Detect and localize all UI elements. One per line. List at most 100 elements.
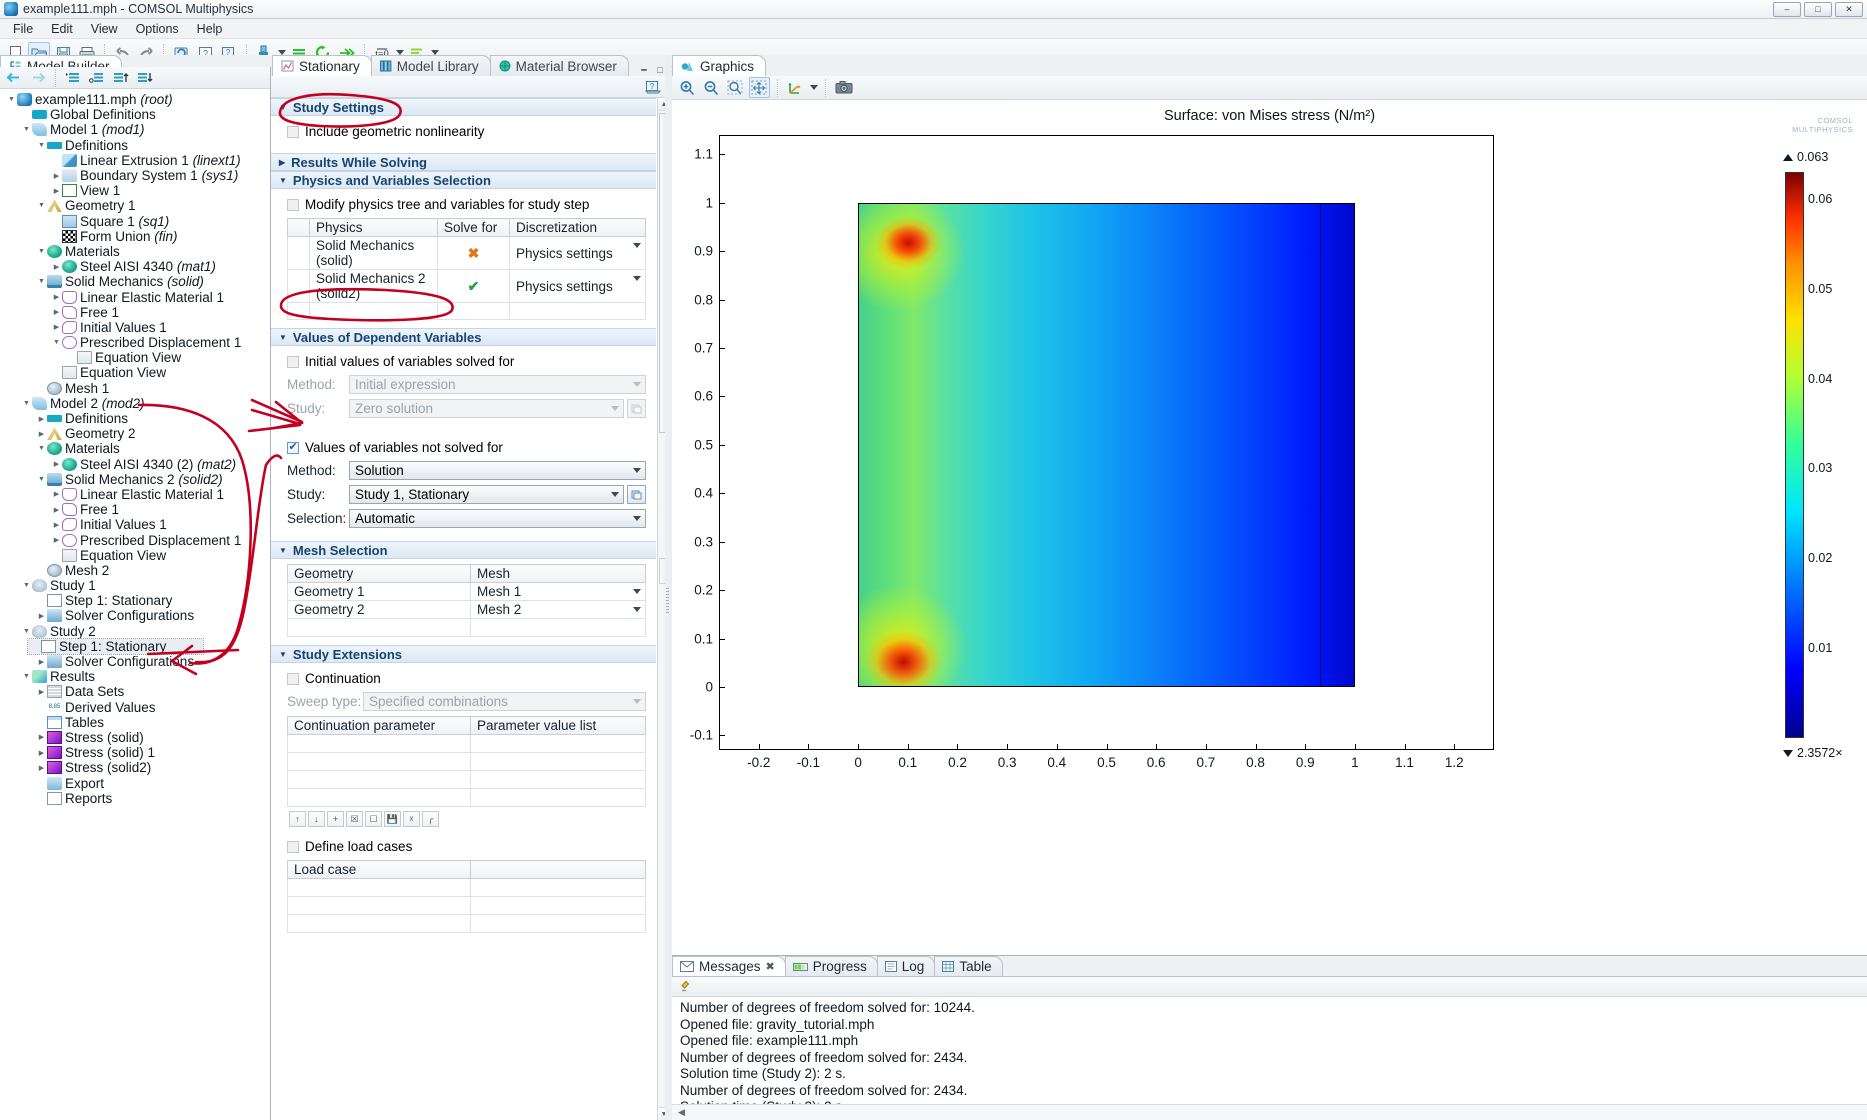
tree-item-linear-elastic-material-1[interactable]: ▶Linear Elastic Material 1 [0,289,270,304]
tree-item-view-1[interactable]: ▶View 1 [0,183,270,198]
chevron-right-icon[interactable]: ▶ [36,415,47,423]
minimize-button[interactable]: – [1773,2,1801,17]
section-dependent-variables[interactable]: ▼ Values of Dependent Variables [271,328,656,346]
tree-item-linear-elastic-material-1[interactable]: ▶Linear Elastic Material 1 [0,487,270,502]
chevron-right-icon[interactable]: ▶ [51,293,62,301]
panel-splitter[interactable] [665,55,671,1120]
method-row[interactable]: Method: Solution [287,461,646,480]
tree-item-stress-solid2[interactable]: ▶Stress (solid2) [0,760,270,775]
mesh-select[interactable]: Mesh 2 [471,601,646,619]
tree-item-model-1[interactable]: ▼Model 1 (mod1) [0,122,270,137]
section-mesh-selection[interactable]: ▼ Mesh Selection [271,541,656,559]
table-row[interactable]: Solid Mechanics 2 (solid2) ✔ Physics set… [288,270,646,303]
add-icon[interactable]: + [327,811,344,827]
section-study-extensions[interactable]: ▼ Study Extensions [271,645,656,663]
tree-item-geometry-1[interactable]: ▼Geometry 1 [0,198,270,213]
camera-icon[interactable] [833,77,854,98]
tab-material-browser[interactable]: Material Browser [490,55,629,76]
chevron-right-icon[interactable]: ▶ [36,764,47,772]
chevron-down-icon[interactable]: ▼ [21,400,32,407]
menu-help[interactable]: Help [188,21,232,37]
zoom-in-icon[interactable] [677,77,698,98]
tree-item-stress-solid-1[interactable]: ▶Stress (solid) 1 [0,745,270,760]
table-row[interactable]: Solid Mechanics (solid) ✖ Physics settin… [288,237,646,270]
tree-item-linear-extrusion-1[interactable]: Linear Extrusion 1 (linext1) [0,153,270,168]
zoom-box-icon[interactable] [725,77,746,98]
maximize-button[interactable]: □ [1804,2,1832,17]
tree-item-free-1[interactable]: ▶Free 1 [0,502,270,517]
table-row-empty[interactable] [288,897,646,915]
chevron-right-icon[interactable]: ▶ [51,490,62,498]
chevron-down-icon[interactable]: ▼ [36,476,47,483]
plot-icon[interactable]: ╭ [422,811,439,827]
menu-edit[interactable]: Edit [42,21,82,37]
chevron-right-icon[interactable]: ▶ [36,658,47,666]
tree-item-steel-aisi-4340-2[interactable]: ▶Steel AISI 4340 (2) (mat2) [0,457,270,472]
chevron-down-icon[interactable]: ▼ [36,278,47,285]
orientation-icon[interactable] [785,77,806,98]
load-icon[interactable]: ☐ [365,811,382,827]
modify-physics-tree-checkbox[interactable] [287,199,299,211]
tree-item-prescribed-displacement-1[interactable]: ▼Prescribed Displacement 1 [0,335,270,350]
tree-item-initial-values-1[interactable]: ▶Initial Values 1 [0,517,270,532]
menu-view[interactable]: View [82,21,127,37]
load-case-table[interactable]: Load case [287,860,646,933]
discretization-select[interactable]: Physics settings [510,237,646,270]
section-study-settings[interactable]: ▼ Study Settings [271,98,656,116]
delete-icon[interactable]: ☒ [346,811,363,827]
tree-item-equation-view[interactable]: Equation View [0,350,270,365]
chevron-right-icon[interactable]: ▶ [36,430,47,438]
messages-list[interactable]: Number of degrees of freedom solved for:… [672,997,1867,1104]
tree-item-form-union[interactable]: Form Union (fin) [0,229,270,244]
values-not-solved-checkbox[interactable] [287,442,299,454]
table-row-empty[interactable] [288,753,646,771]
chevron-right-icon[interactable]: ▶ [36,733,47,741]
move-down-icon[interactable] [134,67,156,89]
study-row[interactable]: Study: Study 1, Stationary [287,485,646,504]
tree-item-initial-values-1[interactable]: ▶Initial Values 1 [0,320,270,335]
chevron-right-icon[interactable]: ▶ [51,536,62,544]
tree-item-definitions[interactable]: ▼Definitions [0,138,270,153]
chevron-down-icon[interactable]: ▼ [36,142,47,149]
table-row[interactable]: Geometry 2 Mesh 2 [288,601,646,619]
clear-icon[interactable]: ☓ [403,811,420,827]
chevron-right-icon[interactable]: ▶ [36,612,47,620]
tree-item-stress-solid[interactable]: ▶Stress (solid) [0,730,270,745]
plot-canvas[interactable]: Surface: von Mises stress (N/m²) COMSOL … [672,100,1867,955]
section-physics-variables[interactable]: ▼ Physics and Variables Selection [271,171,656,189]
chevron-right-icon[interactable]: ▶ [51,506,62,514]
zoom-extents-icon[interactable] [749,77,770,98]
settings-minimize-icon[interactable]: ━ [638,64,650,76]
tab-log[interactable]: Log [877,956,936,976]
table-row-empty[interactable] [288,619,646,637]
tree-item-derived-values[interactable]: 8.85Derived Values [0,700,270,715]
tab-messages[interactable]: Messages ✖ [672,956,786,976]
chevron-right-icon[interactable]: ▶ [36,688,47,696]
table-row-empty[interactable] [288,303,646,320]
chevron-right-icon[interactable]: ▶ [51,172,62,180]
move-up-icon[interactable] [110,67,132,89]
chevron-right-icon[interactable]: ▶ [51,187,62,195]
menu-options[interactable]: Options [127,21,188,37]
tree-item-study-2[interactable]: ▼Study 2 [0,624,270,639]
tree-item-materials[interactable]: ▼Materials [0,244,270,259]
initial-values-checkbox[interactable] [287,356,299,368]
chevron-right-icon[interactable]: ▶ [51,263,62,271]
tree-item-example111-mph[interactable]: ▼example111.mph (root) [0,92,270,107]
tree-item-steel-aisi-4340[interactable]: ▶Steel AISI 4340 (mat1) [0,259,270,274]
continuation-table[interactable]: Continuation parameter Parameter value l… [287,716,646,807]
close-icon[interactable]: ✖ [766,960,775,973]
table-row-empty[interactable] [288,879,646,897]
chevron-down-icon[interactable]: ▼ [21,628,32,635]
tree-item-prescribed-displacement-1[interactable]: ▶Prescribed Displacement 1 [0,532,270,547]
tab-stationary[interactable]: Stationary [272,55,372,76]
tree-item-reports[interactable]: Reports [0,791,270,806]
tab-model-library[interactable]: Model Library [371,55,491,76]
discretization-select[interactable]: Physics settings [510,270,646,303]
tree-item-results[interactable]: ▼Results [0,669,270,684]
table-row-empty[interactable] [288,789,646,807]
continuation-row[interactable]: Continuation [287,671,646,686]
define-load-cases-checkbox[interactable] [287,841,299,853]
initial-values-row[interactable]: Initial values of variables solved for [287,354,646,369]
include-geometric-nonlinearity-checkbox[interactable] [287,126,299,138]
